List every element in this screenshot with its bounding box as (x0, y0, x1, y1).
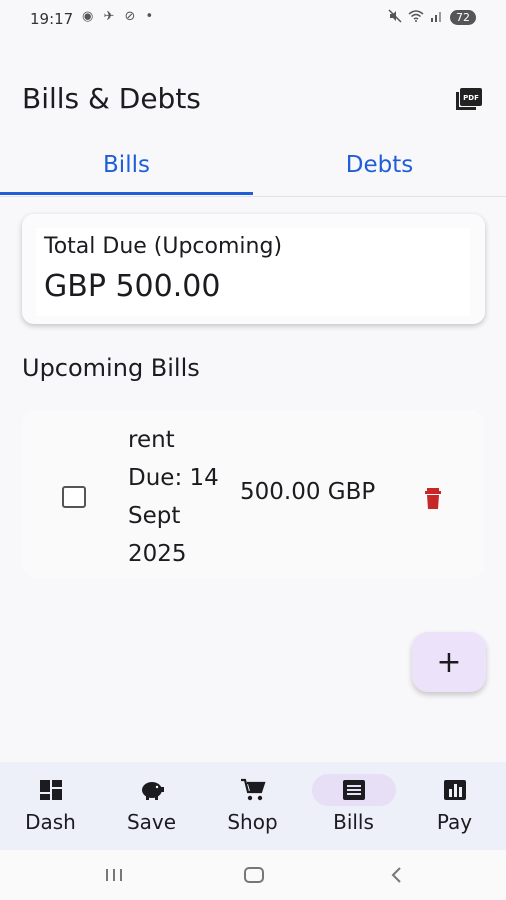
page-title: Bills & Debts (22, 82, 201, 115)
recent-apps-icon[interactable] (94, 860, 134, 890)
status-time: 19:17 (30, 10, 74, 28)
section-title: Upcoming Bills (22, 354, 200, 382)
nav-item-bills[interactable]: Bills (303, 762, 404, 850)
bottom-navigation: Dash Save Shop Bills Pay (0, 762, 506, 850)
pdf-export-icon[interactable]: PDF (454, 86, 484, 112)
notification-icons: ◉ ✈ ⊘ • (82, 9, 157, 24)
delete-icon[interactable] (420, 485, 446, 511)
bill-amount: 500.00 GBP (240, 479, 376, 505)
bill-due-date: Due: 14 Sept 2025 (128, 465, 219, 567)
bill-list-item: rent Due: 14 Sept 2025 500.00 GBP (22, 410, 484, 578)
dashboard-icon (9, 774, 93, 806)
total-due-amount: GBP 500.00 (44, 269, 221, 304)
chart-icon (413, 774, 497, 806)
home-icon[interactable] (234, 860, 274, 890)
piggy-bank-icon (110, 774, 194, 806)
status-right: 72 (388, 9, 476, 26)
signal-icon (430, 10, 444, 25)
tab-indicator (0, 192, 253, 195)
total-due-card: Total Due (Upcoming) GBP 500.00 (22, 214, 485, 324)
nav-item-dash[interactable]: Dash (0, 762, 101, 850)
tab-bar: Bills Debts (0, 136, 506, 197)
svg-text:PDF: PDF (463, 94, 479, 102)
status-bar: 19:17 ◉ ✈ ⊘ • 72 (0, 0, 506, 38)
nav-label-dash: Dash (25, 810, 76, 834)
tab-debts[interactable]: Debts (253, 136, 506, 194)
total-due-inner: Total Due (Upcoming) GBP 500.00 (36, 228, 470, 316)
wifi-icon (408, 10, 424, 25)
receipt-icon (311, 774, 396, 806)
nav-label-bills: Bills (333, 810, 374, 834)
shopping-cart-icon (211, 774, 295, 806)
nav-label-shop: Shop (227, 810, 278, 834)
bill-paid-checkbox[interactable] (62, 486, 86, 508)
app-bar: Bills & Debts PDF (0, 74, 506, 126)
nav-item-shop[interactable]: Shop (202, 762, 303, 850)
bill-name: rent (128, 427, 175, 453)
nav-label-save: Save (126, 810, 177, 834)
nav-label-pay: Pay (436, 810, 473, 834)
back-icon[interactable] (376, 860, 416, 890)
system-navigation-bar (0, 850, 506, 900)
battery-indicator: 72 (450, 10, 476, 25)
tab-bills[interactable]: Bills (0, 136, 253, 194)
nav-item-save[interactable]: Save (101, 762, 202, 850)
mute-icon (388, 9, 402, 26)
total-due-label: Total Due (Upcoming) (44, 234, 283, 259)
nav-item-pay[interactable]: Pay (404, 762, 505, 850)
add-bill-button[interactable]: + (412, 632, 486, 692)
